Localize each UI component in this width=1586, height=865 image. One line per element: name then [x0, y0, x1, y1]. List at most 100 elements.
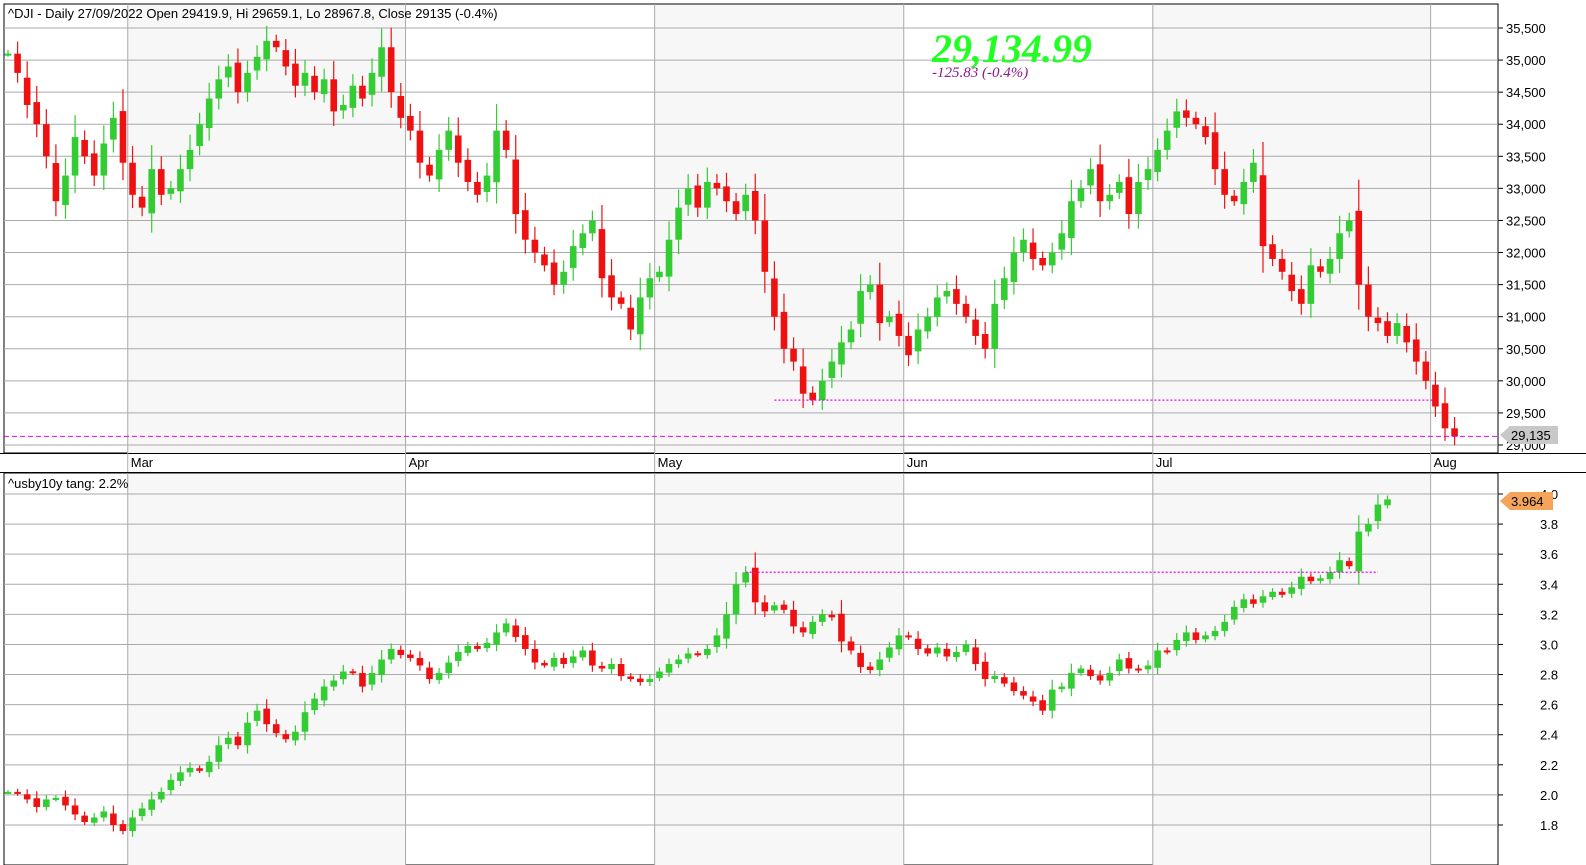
yield-candle-body: [847, 641, 855, 651]
price-candle-body: [656, 271, 663, 278]
price-candle-body: [1326, 258, 1334, 274]
yield-candle-body: [1288, 587, 1296, 594]
price-candle-body: [205, 98, 213, 129]
price-candle-body: [330, 79, 338, 112]
yield-candle-body: [1106, 673, 1113, 681]
yield-candle-body: [1345, 561, 1353, 567]
price-candle-body: [751, 190, 759, 221]
yield-candle-body: [704, 648, 711, 655]
price-candle-body: [1202, 126, 1209, 138]
yield-candle-body: [675, 659, 682, 665]
yield-candle-body: [972, 647, 979, 665]
price-candle-body: [991, 303, 999, 349]
yield-candle-body: [646, 679, 654, 683]
yield-candle-body: [253, 710, 261, 721]
yield-candle-body: [244, 722, 251, 746]
price-candle-body: [272, 40, 280, 48]
price-candle-body: [704, 181, 711, 208]
month-shade-yield: [127, 474, 406, 865]
price-candle-body: [943, 291, 951, 297]
price-candle-body: [684, 188, 692, 205]
price-candle-body: [799, 366, 807, 394]
yield-candle-body: [617, 664, 625, 677]
price-candle-body: [1048, 252, 1056, 266]
month-shade-yield: [1152, 474, 1431, 865]
price-candle-body: [627, 307, 634, 330]
price-candle-body: [129, 162, 136, 195]
price-candle-body: [819, 380, 826, 401]
price-candle-body: [387, 47, 395, 93]
price-candle-body: [397, 96, 405, 118]
yield-candle-body: [1077, 668, 1085, 674]
yield-candle-body: [1259, 596, 1267, 603]
price-candle-body: [292, 63, 299, 86]
month-shade-price: [127, 5, 406, 453]
yield-candle-body: [924, 648, 931, 654]
price-candle-body: [1183, 110, 1190, 118]
price-candle-body: [186, 149, 194, 170]
yield-candle-body: [550, 657, 558, 667]
yield-candle-body: [177, 772, 184, 781]
yield-candle-body: [483, 642, 491, 649]
yield-candle-body: [771, 605, 778, 611]
price-candle-body: [617, 297, 625, 304]
yield-candle-body: [1020, 691, 1027, 696]
price-candle-body: [43, 124, 50, 157]
yield-candle-body: [1115, 659, 1123, 672]
price-candle-body: [464, 159, 472, 182]
yield-candle-body: [713, 635, 721, 647]
yield-candle-body: [416, 657, 424, 666]
yield-candle-body: [1135, 668, 1142, 671]
price-candle-body: [177, 169, 184, 192]
price-candle-body: [416, 130, 424, 163]
yield-candle-body: [493, 632, 500, 645]
yield-candle-body: [1125, 658, 1133, 669]
price-tick-label: 32,000: [1506, 246, 1546, 261]
price-candle-body: [723, 186, 730, 202]
yield-candle-body: [569, 656, 577, 663]
price-candle-body: [608, 275, 615, 298]
price-candle-body: [531, 239, 539, 253]
price-candle-body: [1374, 317, 1382, 324]
yield-candle-body: [1336, 560, 1343, 573]
price-candle-body: [52, 163, 60, 202]
price-candle-body: [1058, 233, 1066, 250]
price-candle-body: [579, 233, 587, 249]
price-candle-body: [14, 53, 21, 73]
yield-tick-label: 3.8: [1540, 517, 1558, 532]
price-candle-body: [502, 130, 510, 150]
price-candle-body: [981, 334, 989, 349]
yield-candle-body: [330, 680, 338, 687]
price-candle-body: [1211, 132, 1219, 170]
yield-candle-body: [819, 614, 826, 622]
yield-candle-body: [933, 647, 941, 654]
yield-candle-body: [1068, 673, 1075, 689]
price-candle-body: [483, 175, 491, 192]
yield-tick-label: 2.0: [1540, 788, 1558, 803]
yield-candle-body: [1144, 665, 1152, 670]
price-candle-body: [445, 130, 452, 150]
price-candle-body: [953, 289, 960, 304]
price-tick-label: 30,000: [1506, 374, 1546, 389]
price-candle-body: [895, 313, 903, 336]
price-candle-body: [225, 66, 232, 78]
yield-candle-body: [627, 676, 634, 680]
yield-candle-body: [1298, 576, 1305, 589]
price-candle-body: [541, 254, 548, 266]
yield-candle-body: [953, 651, 960, 658]
yield-candle-body: [301, 712, 309, 732]
price-tick-label: 34,000: [1506, 117, 1546, 132]
price-candle-body: [1278, 258, 1286, 272]
month-axis: MarAprMayJunJulAugSep: [131, 455, 1457, 470]
price-candle-body: [62, 175, 69, 206]
price-candle-body: [110, 117, 117, 140]
yield-candle-body: [1039, 700, 1046, 711]
yield-candle-body: [1163, 650, 1171, 653]
price-candle-body: [1029, 242, 1037, 259]
price-candle-body: [962, 303, 970, 317]
price-tick-label: 32,500: [1506, 213, 1546, 228]
yield-candle-body: [579, 650, 587, 658]
yield-candle-body: [876, 659, 884, 671]
yield-candle-body: [1221, 621, 1228, 631]
price-candle-body: [1106, 194, 1113, 202]
